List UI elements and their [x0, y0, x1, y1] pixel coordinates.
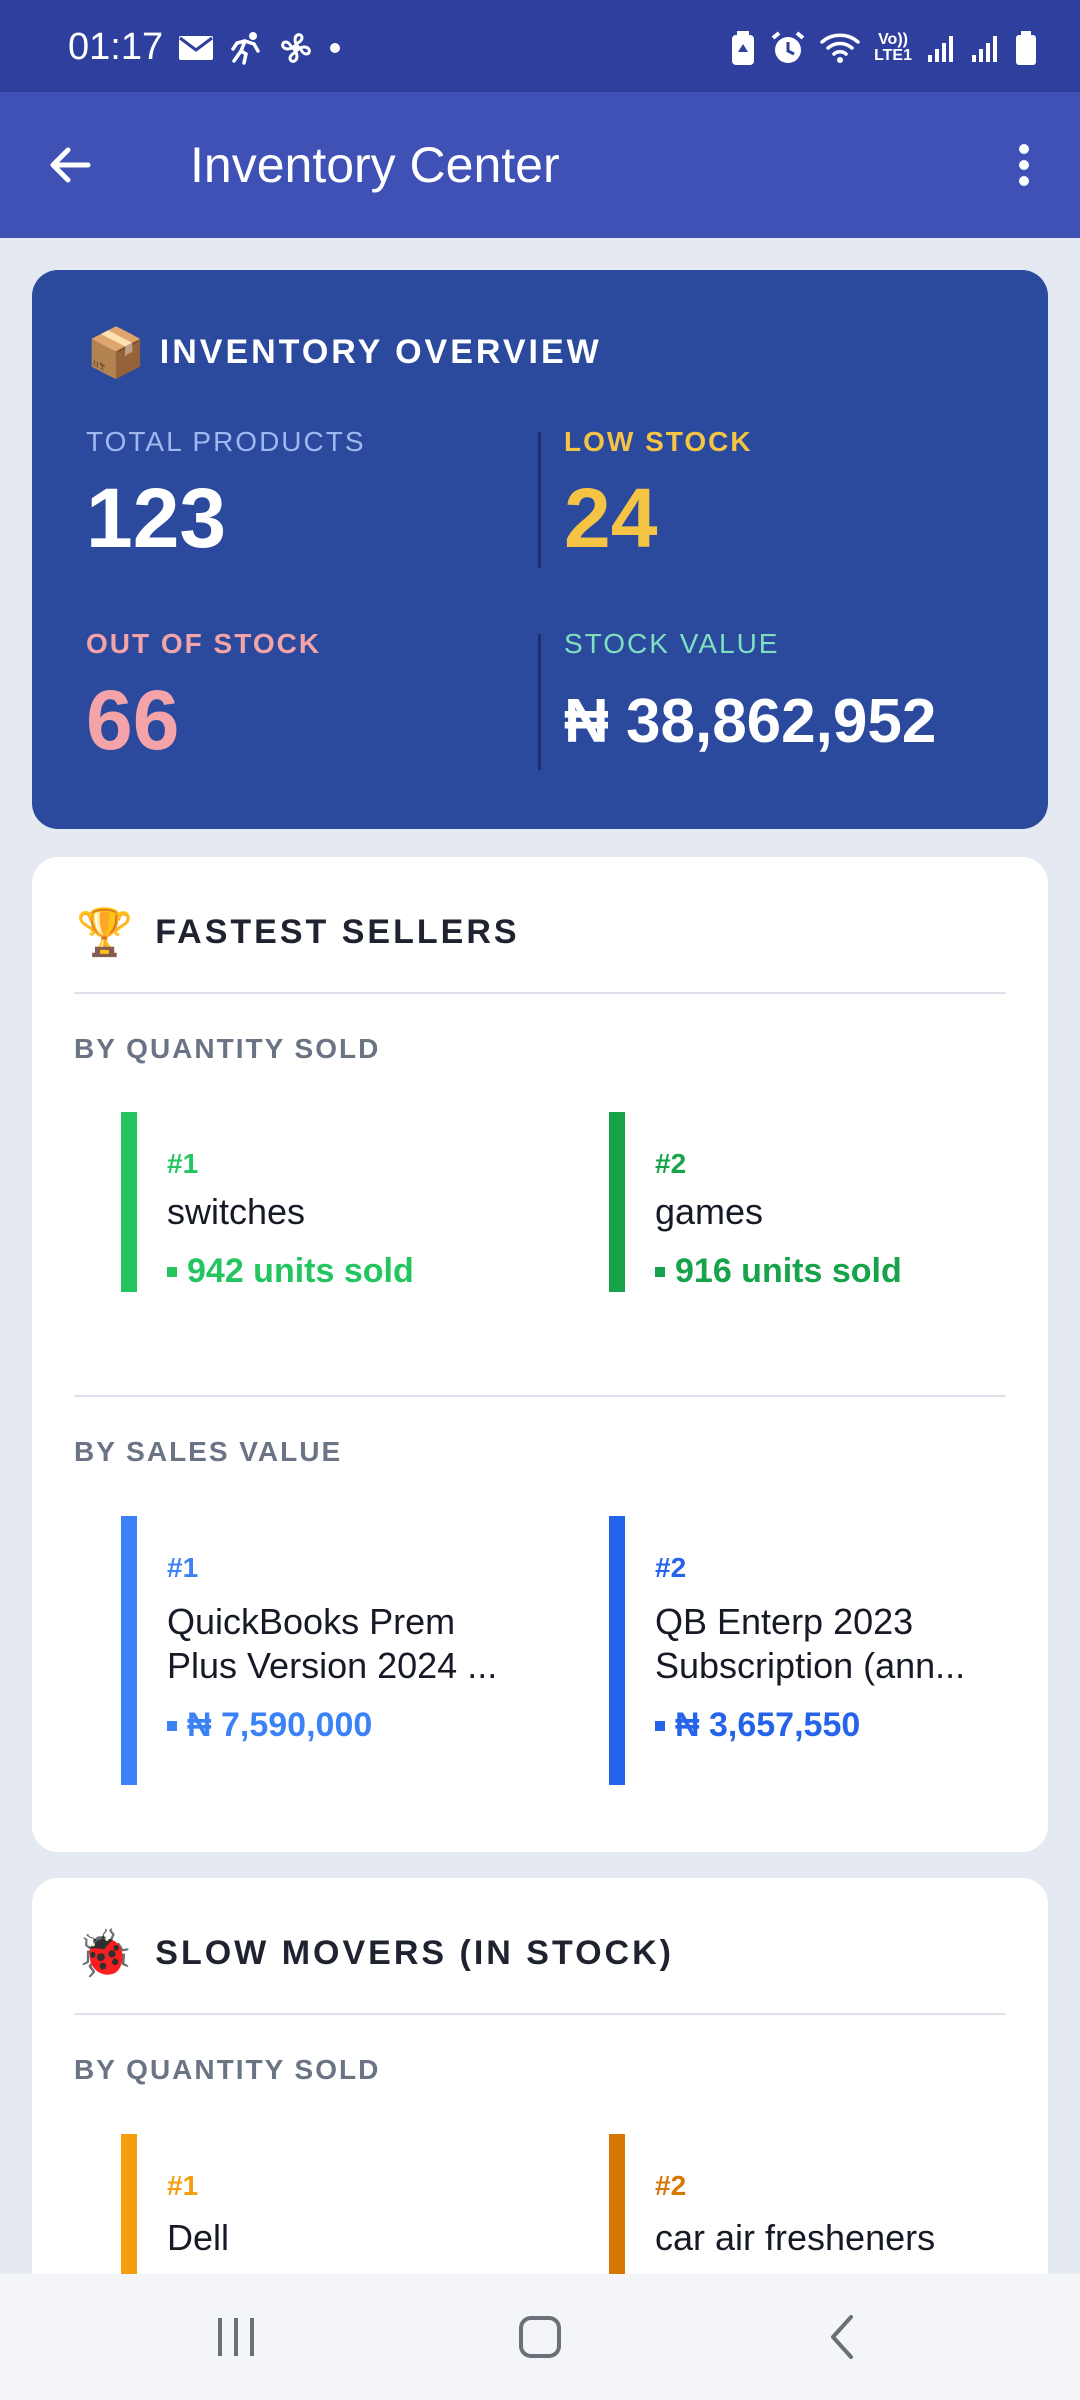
wifi-icon [820, 32, 860, 64]
fastest-sellers-card: 🏆 FASTEST SELLERS BY QUANTITY SOLD #1 sw… [32, 857, 1048, 1852]
item-name: QuickBooks Prem Plus Version 2024 ... [167, 1601, 498, 1686]
package-icon: 📦 [86, 327, 146, 380]
rank-bar [121, 1516, 137, 1785]
out-of-stock-label: OUT OF STOCK [86, 628, 322, 659]
fast-value-item-2[interactable]: #2 QB Enterp 2023 Subscription (ann... ₦… [609, 1516, 1029, 1785]
total-products-value: 123 [86, 471, 227, 565]
home-button[interactable] [500, 2302, 580, 2372]
mail-icon [178, 34, 214, 62]
volte-label: Vo)) [878, 31, 908, 48]
fan-icon [278, 30, 314, 66]
total-products-stat[interactable]: TOTAL PRODUCTS 123 [86, 426, 366, 567]
sales-value: ₦ 3,657,550 [675, 1706, 861, 1744]
more-vertical-icon [1019, 144, 1029, 186]
item-name: switches [167, 1191, 306, 1232]
item-metric: 942 units sold [167, 1252, 414, 1291]
low-stock-value: 24 [564, 471, 658, 565]
lte-label: LTE1 [874, 47, 912, 64]
system-back-button[interactable] [802, 2302, 882, 2372]
system-navigation-bar [0, 2274, 1080, 2400]
divider [74, 1395, 1006, 1397]
units-sold: 942 units sold [187, 1252, 414, 1290]
network-type-label: Vo)) LTE1 [874, 32, 912, 64]
system-icons: Vo)) LTE1 [730, 30, 1038, 66]
trophy-icon: 🏆 [76, 906, 134, 958]
overview-title: INVENTORY OVERVIEW [159, 333, 602, 371]
page-title: Inventory Center [190, 137, 560, 193]
arrow-left-icon [50, 147, 91, 183]
slow-movers-card: 🐞 SLOW MOVERS (IN STOCK) BY QUANTITY SOL… [32, 1878, 1048, 2298]
item-name: games [655, 1191, 764, 1232]
status-time: 01:17 [68, 26, 164, 68]
chevron-left-icon [831, 2315, 853, 2359]
back-button[interactable] [40, 135, 100, 195]
item-rank: #1 [167, 1148, 199, 1179]
recent-apps-icon [218, 2318, 254, 2356]
fast-value-item-1[interactable]: #1 QuickBooks Prem Plus Version 2024 ...… [121, 1516, 561, 1785]
item-rank: #1 [167, 1552, 199, 1583]
item-name: QB Enterp 2023 Subscription (ann... [655, 1601, 966, 1686]
signal-icon-2 [970, 33, 1000, 63]
rank-bar [121, 1112, 137, 1292]
by-quantity-label: BY QUANTITY SOLD [74, 1033, 381, 1064]
item-name: car air fresheners [655, 2217, 936, 2258]
signal-icon-1 [926, 33, 956, 63]
battery-icon [1014, 30, 1038, 66]
divider [74, 992, 1006, 994]
stock-value-label: STOCK VALUE [564, 628, 780, 659]
item-metric: ₦ 7,590,000 [167, 1706, 372, 1745]
app-bar: Inventory Center [0, 92, 1080, 238]
more-options-button[interactable] [994, 135, 1054, 195]
item-rank: #1 [167, 2170, 199, 2201]
fastest-sellers-header: 🏆 FASTEST SELLERS [76, 905, 520, 960]
battery-saver-icon [730, 30, 756, 66]
item-rank: #2 [655, 2170, 687, 2201]
bullet-icon [655, 1720, 665, 1731]
out-of-stock-value: 66 [86, 673, 180, 767]
sales-value: ₦ 7,590,000 [187, 1706, 373, 1744]
by-sales-value-label: BY SALES VALUE [74, 1436, 343, 1467]
slow-movers-header: 🐞 SLOW MOVERS (IN STOCK) [76, 1926, 674, 1981]
out-of-stock-stat[interactable]: OUT OF STOCK 66 [86, 628, 321, 769]
by-quantity-label: BY QUANTITY SOLD [74, 2054, 381, 2085]
units-sold: 916 units sold [675, 1252, 902, 1290]
overview-divider-top [538, 432, 541, 568]
bullet-icon [655, 1266, 665, 1277]
divider [74, 2013, 1006, 2015]
item-metric: ₦ 3,657,550 [655, 1706, 860, 1745]
inventory-overview-card: 📦 INVENTORY OVERVIEW TOTAL PRODUCTS 123 … [32, 270, 1048, 829]
item-rank: #2 [655, 1148, 687, 1179]
recent-apps-button[interactable] [196, 2302, 276, 2372]
running-icon [228, 31, 264, 65]
total-products-label: TOTAL PRODUCTS [86, 426, 366, 457]
fastest-sellers-title: FASTEST SELLERS [155, 913, 520, 951]
fast-qty-item-1[interactable]: #1 switches 942 units sold [121, 1112, 561, 1292]
low-stock-label: LOW STOCK [564, 426, 753, 457]
rank-bar [609, 1516, 625, 1785]
overview-divider-bottom [538, 634, 541, 770]
item-name: Dell [167, 2217, 230, 2258]
home-icon [519, 2316, 561, 2358]
bullet-icon [167, 1266, 177, 1277]
fast-qty-item-2[interactable]: #2 games 916 units sold [609, 1112, 1029, 1292]
low-stock-stat[interactable]: LOW STOCK 24 [564, 426, 753, 567]
stock-value-stat[interactable]: STOCK VALUE ₦ 38,862,952 [564, 628, 936, 757]
stock-value-amount: ₦ 38,862,952 [564, 687, 937, 756]
bullet-icon [167, 1720, 177, 1731]
alarm-icon [770, 30, 806, 66]
notification-icons [178, 30, 342, 66]
slow-movers-title: SLOW MOVERS (IN STOCK) [155, 1934, 674, 1972]
overview-header: 📦 INVENTORY OVERVIEW [86, 324, 602, 381]
item-metric: 916 units sold [655, 1252, 902, 1291]
item-rank: #2 [655, 1552, 687, 1583]
dot-icon [328, 41, 342, 55]
ladybug-icon: 🐞 [76, 1927, 134, 1979]
status-bar: 01:17 Vo)) LTE1 [0, 0, 1080, 92]
rank-bar [609, 1112, 625, 1292]
